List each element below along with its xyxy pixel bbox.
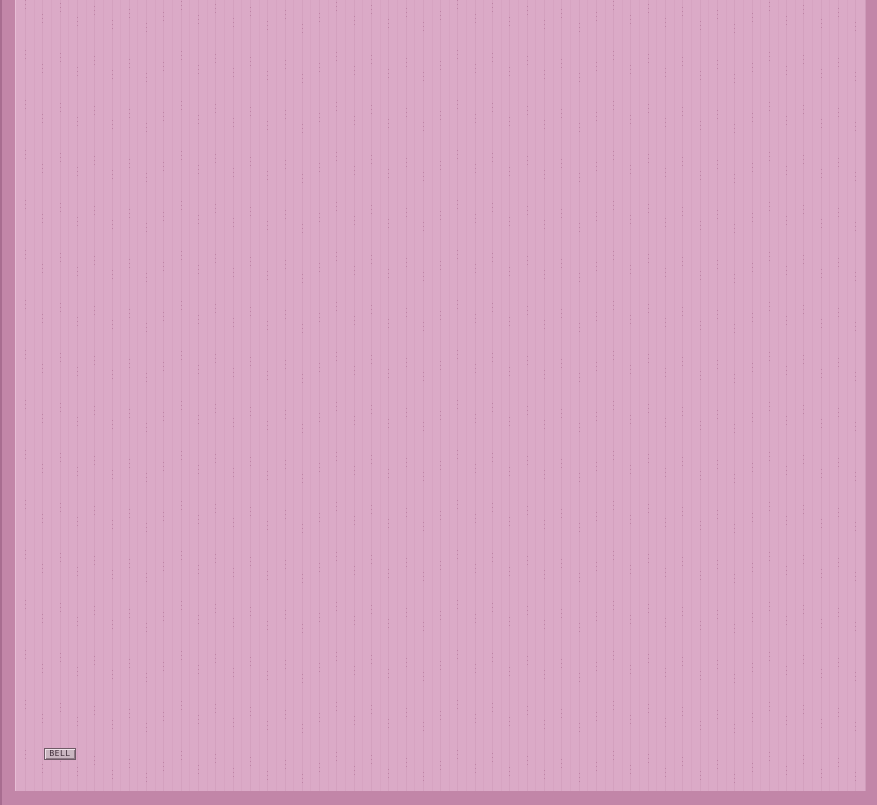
dotted-column-grid: [25, 0, 856, 791]
frame-left-edge: [0, 0, 2, 805]
bell-tag-button[interactable]: BELL: [44, 748, 76, 760]
canvas-area: [17, 0, 864, 791]
window-frame: BELL: [0, 0, 877, 805]
canvas-panel[interactable]: [15, 0, 866, 791]
